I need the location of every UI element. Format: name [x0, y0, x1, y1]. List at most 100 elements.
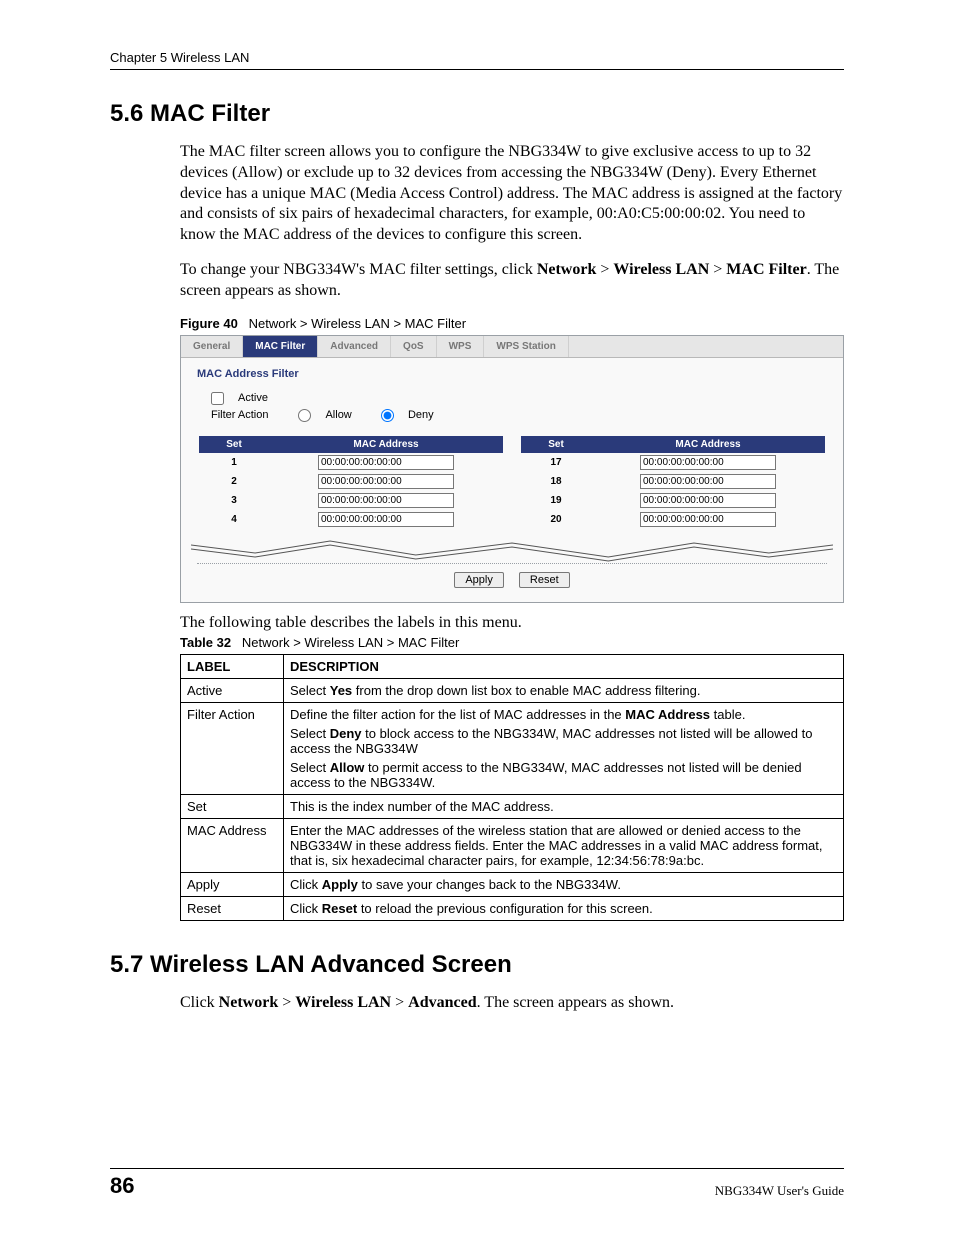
reset-button[interactable]: Reset: [519, 572, 570, 588]
set-num: 19: [521, 495, 591, 506]
text: To change your NBG334W's MAC filter sett…: [180, 261, 537, 278]
nav-mac-filter: MAC Filter: [726, 261, 806, 278]
nav-wireless-lan: Wireless LAN: [295, 994, 391, 1011]
set-num: 17: [521, 457, 591, 468]
text: Click: [290, 901, 322, 916]
row-label: Filter Action: [181, 703, 284, 795]
tab-wps[interactable]: WPS: [437, 336, 485, 357]
th-description: DESCRIPTION: [284, 655, 844, 679]
section-5-6-title: 5.6 MAC Filter: [110, 100, 844, 128]
text: table.: [710, 707, 745, 722]
table-label: Table 32: [180, 635, 231, 650]
allow-radio[interactable]: [298, 409, 311, 422]
active-checkbox[interactable]: [211, 392, 224, 405]
row-label: Reset: [181, 897, 284, 921]
section-5-7-title: 5.7 Wireless LAN Advanced Screen: [110, 951, 844, 979]
nav-wireless-lan: Wireless LAN: [613, 261, 709, 278]
table-row: Active Select Yes from the drop down lis…: [181, 679, 844, 703]
deny-radio[interactable]: [381, 409, 394, 422]
text: to save your changes back to the NBG334W…: [358, 877, 621, 892]
apply-button[interactable]: Apply: [454, 572, 504, 588]
row-desc: Click Reset to reload the previous confi…: [284, 897, 844, 921]
nav-network: Network: [219, 994, 279, 1011]
bold: Deny: [330, 726, 362, 741]
mac-input-17[interactable]: [640, 455, 776, 470]
active-label: Active: [238, 392, 268, 404]
text: >: [709, 261, 726, 278]
text: Select: [290, 760, 330, 775]
filter-action-label: Filter Action: [211, 409, 268, 421]
text: to permit access to the NBG334W, MAC add…: [290, 760, 802, 790]
tab-wps-station[interactable]: WPS Station: [484, 336, 568, 357]
row-desc: Select Yes from the drop down list box t…: [284, 679, 844, 703]
text: Click: [180, 994, 219, 1011]
figure-label: Figure 40: [180, 316, 238, 331]
book-title: NBG334W User's Guide: [715, 1183, 844, 1199]
mac-input-4[interactable]: [318, 512, 454, 527]
allow-label: Allow: [325, 409, 351, 421]
set-num: 18: [521, 476, 591, 487]
text: >: [391, 994, 408, 1011]
row-label: Apply: [181, 873, 284, 897]
table-caption-text: Network > Wireless LAN > MAC Filter: [242, 635, 459, 650]
mac-input-19[interactable]: [640, 493, 776, 508]
row-desc: This is the index number of the MAC addr…: [284, 795, 844, 819]
mac-table-right: Set MAC Address 17 18 19 20: [521, 436, 825, 529]
row-label: Active: [181, 679, 284, 703]
mac-input-2[interactable]: [318, 474, 454, 489]
bold: Yes: [330, 683, 352, 698]
th-label: LABEL: [181, 655, 284, 679]
chapter-header: Chapter 5 Wireless LAN: [110, 50, 844, 70]
text: from the drop down list box to enable MA…: [352, 683, 700, 698]
row-desc: Click Apply to save your changes back to…: [284, 873, 844, 897]
col-set: Set: [521, 436, 591, 453]
nav-network: Network: [537, 261, 597, 278]
col-set: Set: [199, 436, 269, 453]
nav-advanced: Advanced: [408, 994, 476, 1011]
tab-general[interactable]: General: [181, 336, 243, 357]
set-num: 3: [199, 495, 269, 506]
section-5-6-para1: The MAC filter screen allows you to conf…: [180, 142, 844, 246]
text: >: [596, 261, 613, 278]
mac-input-1[interactable]: [318, 455, 454, 470]
page-number: 86: [110, 1173, 134, 1199]
set-num: 2: [199, 476, 269, 487]
tab-mac-filter[interactable]: MAC Filter: [243, 336, 318, 357]
deny-label: Deny: [408, 409, 434, 421]
figure-caption: Figure 40 Network > Wireless LAN > MAC F…: [180, 316, 844, 331]
bold: Apply: [322, 877, 358, 892]
section-5-6-para2: To change your NBG334W's MAC filter sett…: [180, 260, 844, 302]
table-row: Reset Click Reset to reload the previous…: [181, 897, 844, 921]
set-num: 1: [199, 457, 269, 468]
row-desc: Enter the MAC addresses of the wireless …: [284, 819, 844, 873]
row-label: MAC Address: [181, 819, 284, 873]
tab-advanced[interactable]: Advanced: [318, 336, 391, 357]
set-num: 20: [521, 514, 591, 525]
col-mac: MAC Address: [269, 436, 503, 453]
text: . The screen appears as shown.: [477, 994, 674, 1011]
text: to reload the previous configuration for…: [357, 901, 653, 916]
table-caption: Table 32 Network > Wireless LAN > MAC Fi…: [180, 635, 844, 650]
mac-table-left: Set MAC Address 1 2 3 4: [199, 436, 503, 529]
bold: Reset: [322, 901, 357, 916]
col-mac: MAC Address: [591, 436, 825, 453]
table-row: MAC Address Enter the MAC addresses of t…: [181, 819, 844, 873]
panel-title: MAC Address Filter: [181, 358, 843, 384]
mac-filter-screenshot: General MAC Filter Advanced QoS WPS WPS …: [180, 335, 844, 603]
text: to block access to the NBG334W, MAC addr…: [290, 726, 812, 756]
text: Click: [290, 877, 322, 892]
mac-input-18[interactable]: [640, 474, 776, 489]
figure-caption-text: Network > Wireless LAN > MAC Filter: [249, 316, 466, 331]
bold: Allow: [330, 760, 365, 775]
table-row: Set This is the index number of the MAC …: [181, 795, 844, 819]
text: Select: [290, 683, 330, 698]
row-label: Set: [181, 795, 284, 819]
tab-qos[interactable]: QoS: [391, 336, 437, 357]
mac-input-3[interactable]: [318, 493, 454, 508]
section-5-7-para: Click Network > Wireless LAN > Advanced.…: [180, 993, 844, 1014]
text: Select: [290, 726, 330, 741]
torn-page-icon: [191, 537, 833, 563]
mac-input-20[interactable]: [640, 512, 776, 527]
row-desc: Define the filter action for the list of…: [284, 703, 844, 795]
text: Define the filter action for the list of…: [290, 707, 625, 722]
